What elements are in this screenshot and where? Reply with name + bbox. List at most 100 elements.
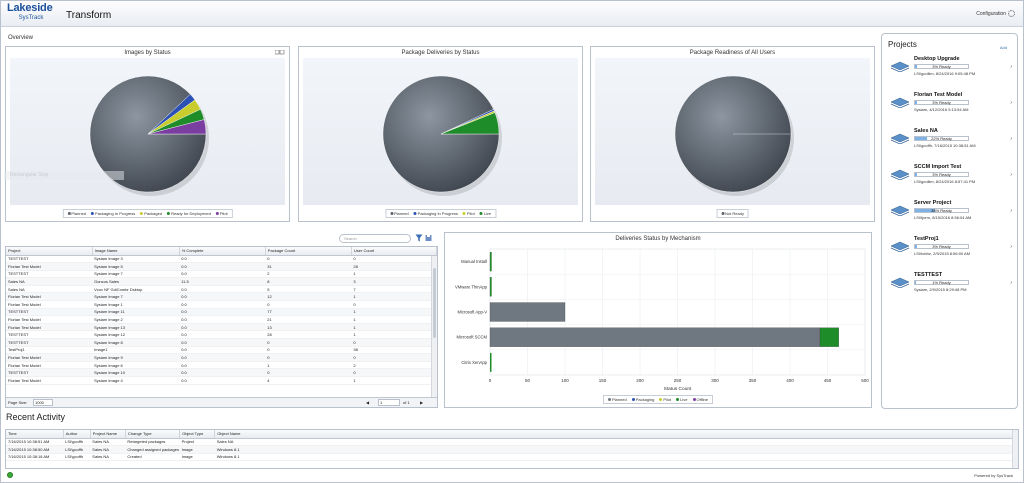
legend-item[interactable]: Packaged [140, 211, 162, 216]
column-header[interactable]: User Count [351, 247, 438, 256]
chevron-right-icon[interactable]: › [1010, 64, 1012, 70]
recent-scrollbar[interactable] [1012, 430, 1018, 468]
prev-page-icon[interactable]: ◀ [366, 400, 369, 405]
table-cell: Windows 8.1 [214, 445, 1018, 454]
project-item[interactable]: Sales NA 22% Ready LSI\gcoffh, 7/16/2015 1… [890, 128, 1014, 156]
y-tick-label: Citrix XenApp [461, 360, 487, 365]
column-header[interactable]: Object Name [214, 430, 1018, 439]
chevron-right-icon[interactable]: › [1010, 280, 1012, 286]
table-row[interactable]: Florian Test Model Sysiam Image 9 0.0 0 0 [6, 353, 437, 362]
grid-scrollbar[interactable] [431, 256, 437, 397]
column-header[interactable]: Project [6, 247, 93, 256]
project-item[interactable]: Desktop Upgrade 3% Ready LSI\gcollim, 8/24… [890, 56, 1014, 84]
scrollbar-thumb[interactable] [433, 268, 436, 338]
legend-item[interactable]: Planned [608, 397, 627, 402]
legend-label: Ready for Deployment [171, 211, 211, 216]
legend-item[interactable]: Planned [67, 211, 86, 216]
search-input[interactable]: Search [339, 234, 411, 243]
legend-item[interactable]: Pilot [215, 211, 228, 216]
column-header[interactable]: % Complete [179, 247, 266, 256]
column-header[interactable]: Time [6, 430, 64, 439]
project-item[interactable]: SCCM Import Test 3% Ready LSI\gcollim, 8/2… [890, 164, 1014, 192]
table-cell: Sysiam Image 1 [92, 300, 180, 309]
table-row[interactable]: TESTTEST Sysiam Image 11 0.0 77 1 [6, 308, 437, 317]
deliveries-mechanism-panel: Deliveries Status by Mechanism 0 50 100 150… [444, 232, 872, 408]
legend-swatch-icon [659, 398, 663, 402]
package-deliveries-pie[interactable] [303, 58, 580, 207]
project-item[interactable]: TestProj1 3% Ready LSI\tobhz, 2/9/2015 8:5… [890, 236, 1014, 264]
add-project-link[interactable]: Add [1000, 45, 1007, 50]
table-cell: Windows 8.1 [214, 453, 1018, 462]
table-cell: Sysiam Image 4 [92, 376, 180, 385]
project-item[interactable]: Florian Test Model 3% Ready Sysiam, 4/12/2… [890, 92, 1014, 120]
export-icon[interactable] [425, 234, 433, 242]
column-header[interactable]: Object Type [179, 430, 216, 439]
table-cell: 7 [351, 285, 437, 294]
column-header[interactable]: Author [63, 430, 91, 439]
project-item[interactable]: TESTTEST 1% Ready Sysiam, 2/9/2015 8:29:48… [890, 272, 1014, 300]
package-readiness-pie[interactable] [595, 58, 872, 207]
bar-planned[interactable] [489, 327, 821, 347]
chevron-right-icon[interactable]: › [1010, 100, 1012, 106]
table-row[interactable]: 7/16/2015 10:38:18 AM LSI\gcoffh Sales NA C… [6, 453, 1018, 462]
table-cell: 0 [265, 338, 352, 347]
table-row[interactable]: Florian Test Model Sysiam Image 1 0.0 0 0 [6, 300, 437, 309]
table-row[interactable]: Florian Test Model Sysiam Image 7 0.0 12 1 [6, 292, 437, 302]
legend-item[interactable]: Offline [692, 397, 708, 402]
bar-marker[interactable] [490, 252, 492, 272]
bar-marker[interactable] [490, 352, 492, 372]
configuration-button[interactable]: Configuration [976, 10, 1015, 17]
filter-icon[interactable] [415, 234, 423, 242]
chevron-right-icon[interactable]: › [1010, 244, 1012, 250]
column-header[interactable]: Image Name [92, 247, 180, 256]
table-row[interactable]: Florian Test Model Sysiam Image 4 0.0 4 1 [6, 376, 437, 385]
table-row[interactable]: Sales NA Gonzos Sales 11.5 8 3 [6, 277, 437, 286]
legend-item[interactable]: Pilot [659, 397, 671, 402]
images-status-pie[interactable] [10, 58, 287, 207]
legend-swatch-icon [67, 212, 71, 216]
legend-item[interactable]: Packaging In Progress [91, 211, 135, 216]
next-page-icon[interactable]: ▶ [420, 400, 423, 405]
table-row[interactable]: Florian Test Model Sysiam Image 5 0.0 31 28 [6, 262, 437, 271]
panel-toolbar-icon[interactable] [275, 50, 285, 55]
table-row[interactable]: Sales NA Vcov NF GdiCombr Dsktop 0.0 5 7 [6, 285, 437, 294]
table-row[interactable]: TESTTEST Sysiam Image 10 0.0 0 0 [6, 368, 437, 377]
legend-item[interactable]: Live [479, 211, 491, 216]
page-number-input[interactable]: 1 [378, 399, 400, 406]
legend-item[interactable]: Live [676, 397, 688, 402]
deliveries-mechanism-bar-chart[interactable]: 0 50 100 150 200 250 300 350 400 450 500 Manual Ins… [445, 243, 871, 403]
table-row[interactable]: TESTTEST Sysiam Image 12 0.0 28 1 [6, 330, 437, 340]
table-row[interactable]: TESTTEST Sysiam Image 3 0.0 0 0 [6, 255, 437, 264]
bar-live[interactable] [819, 327, 839, 347]
column-header[interactable]: Package Count [265, 247, 352, 256]
project-item[interactable]: Server Project 38% Ready LSI\tjorm, 8/15/2… [890, 200, 1014, 228]
table-row[interactable]: TESTTEST Sysiam Image 7 0.0 2 1 [6, 270, 437, 279]
table-cell: 0 [265, 368, 352, 377]
table-cell: LSI\gcoffh [63, 438, 91, 447]
legend-item[interactable]: Packaging [631, 397, 654, 402]
table-row[interactable]: Florian Test Model Sysiam Image 6 0.0 1 2 [6, 361, 437, 370]
page-size-input[interactable]: 1000 [33, 399, 53, 406]
table-row[interactable]: TESTTEST Sysiam Image 8 0.0 0 0 [6, 338, 437, 347]
table-row[interactable]: 7/16/2015 10:38:51 AM LSI\gcoffh Sales NA R… [6, 438, 1018, 447]
legend-item[interactable]: Planned [389, 211, 409, 216]
legend-item[interactable]: Ready for Deployment [167, 211, 211, 216]
legend-item[interactable]: Packaging In Progress [413, 211, 458, 216]
column-header[interactable]: Project Name [90, 430, 126, 439]
x-tick-label: 100 [561, 378, 569, 383]
column-header[interactable]: Change Type [125, 430, 181, 439]
legend-item[interactable]: Not Ready [721, 211, 744, 216]
logo-product: SysTrack [18, 15, 44, 21]
table-cell: 0 [351, 300, 437, 309]
chevron-right-icon[interactable]: › [1010, 208, 1012, 214]
chevron-right-icon[interactable]: › [1010, 172, 1012, 178]
table-row[interactable]: Florian Test Model Sysiam Image 2 0.0 21 1 [6, 315, 437, 324]
table-row[interactable]: TestProj1 Image1 0.0 0 38 [6, 346, 437, 355]
table-row[interactable]: 7/16/2015 10:38:50 AM LSI\gcoffh Sales NA C… [6, 445, 1018, 454]
legend-item[interactable]: Pilot [462, 211, 475, 216]
bar-planned[interactable] [489, 302, 566, 322]
table-row[interactable]: Florian Test Model Sysiam Image 13 0.0 13 1 [6, 323, 437, 332]
chevron-right-icon[interactable]: › [1010, 136, 1012, 142]
table-cell: Sales NA [6, 277, 93, 286]
bar-marker[interactable] [490, 277, 492, 297]
